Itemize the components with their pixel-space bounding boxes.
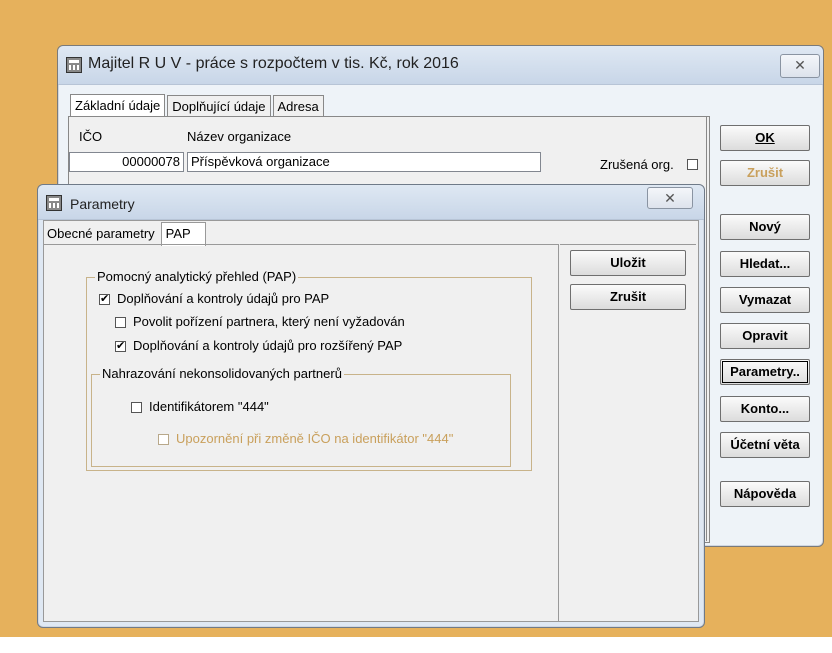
tab-zakladni-udaje[interactable]: Základní údaje <box>70 94 166 118</box>
calculator-icon <box>66 57 82 73</box>
rozsireny-pap-label: Doplňování a kontroly údajů pro rozšířen… <box>133 338 403 353</box>
ucetni-veta-button[interactable]: Účetní věta <box>720 432 810 458</box>
main-window-titlebar[interactable]: Majitel R U V - práce s rozpočtem v tis.… <box>58 46 823 85</box>
nahrazovani-group: Nahrazování nekonsolidovaných partnerů I… <box>91 366 511 467</box>
nahrazovani-group-title: Nahrazování nekonsolidovaných partnerů <box>100 366 344 381</box>
identifikator-444-checkbox[interactable] <box>131 402 142 413</box>
parametry-button[interactable]: Parametry.. <box>720 359 810 385</box>
upozorneni-label: Upozornění při změně IČO na identifikáto… <box>176 431 454 446</box>
ico-field[interactable]: 00000078 <box>69 152 184 172</box>
vymazat-button[interactable]: Vymazat <box>720 287 810 313</box>
povolit-partnera-label: Povolit pořízení partnera, který není vy… <box>133 314 405 329</box>
dialog-button-panel: Uložit Zrušit <box>560 244 696 621</box>
identifikator-444-label: Identifikátorem "444" <box>149 399 269 414</box>
pap-group: Pomocný analytický přehled (PAP) ✔ Doplň… <box>86 269 532 471</box>
name-field[interactable]: Příspěvková organizace <box>187 152 541 172</box>
novy-button[interactable]: Nový <box>720 214 810 240</box>
hledat-button[interactable]: Hledat... <box>720 251 810 277</box>
name-label: Název organizace <box>187 129 292 144</box>
zrusena-org-label: Zrušená org. <box>600 157 674 172</box>
dialog-body: Obecné parametry PAP Pomocný analytický … <box>43 220 699 622</box>
pap-checkbox[interactable]: ✔ <box>99 294 110 305</box>
konto-button[interactable]: Konto... <box>720 396 810 422</box>
pap-tab-panel: Pomocný analytický přehled (PAP) ✔ Doplň… <box>44 244 559 621</box>
right-column-divider <box>706 116 707 541</box>
upozorneni-checkbox[interactable] <box>158 434 169 445</box>
napoveda-button[interactable]: Nápověda <box>720 481 810 507</box>
povolit-partnera-checkbox[interactable] <box>115 317 126 328</box>
main-window-title: Majitel R U V - práce s rozpočtem v tis.… <box>88 55 459 72</box>
rozsireny-pap-checkbox[interactable]: ✔ <box>115 341 126 352</box>
desktop-bottom-strip <box>0 637 832 653</box>
dialog-zrusit-button[interactable]: Zrušit <box>570 284 686 310</box>
tab-pap[interactable]: PAP <box>160 222 206 246</box>
dialog-title: Parametry <box>70 196 135 212</box>
calculator-icon <box>46 195 62 211</box>
pap-checkbox-label: Doplňování a kontroly údajů pro PAP <box>117 291 330 306</box>
ok-button[interactable]: OK <box>720 125 810 151</box>
parametry-dialog: Parametry ✕ Obecné parametry PAP Pomocný… <box>37 184 705 628</box>
main-window-close-button[interactable]: ✕ <box>780 54 820 78</box>
zrusit-button[interactable]: Zrušit <box>720 160 810 186</box>
dialog-close-button[interactable]: ✕ <box>647 187 693 209</box>
ico-label: IČO <box>79 129 103 144</box>
ulozit-button[interactable]: Uložit <box>570 250 686 276</box>
pap-group-title: Pomocný analytický přehled (PAP) <box>95 269 299 284</box>
opravit-button[interactable]: Opravit <box>720 323 810 349</box>
zrusena-org-checkbox[interactable] <box>687 159 698 170</box>
dialog-titlebar[interactable]: Parametry ✕ <box>38 185 704 220</box>
